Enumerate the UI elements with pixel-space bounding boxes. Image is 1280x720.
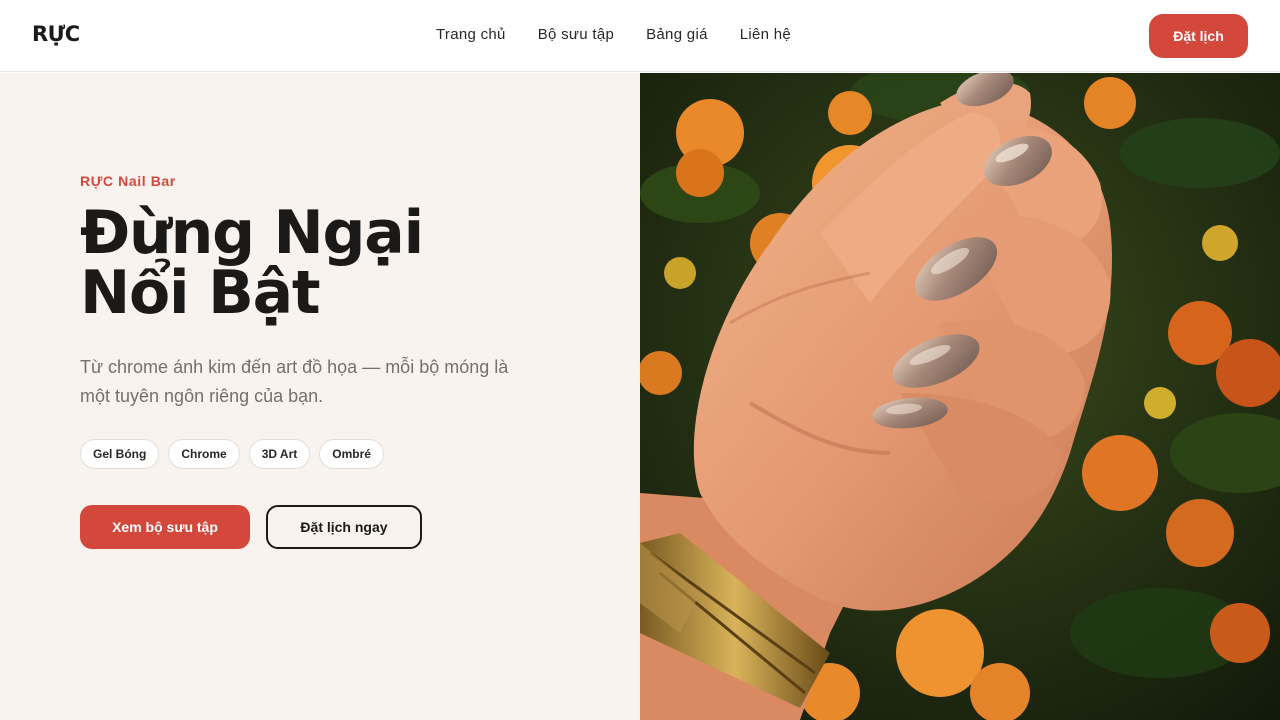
- hero-content: RỰC Nail Bar Đừng Ngại Nổi Bật Từ chrome…: [0, 73, 640, 720]
- nav-link-pricing[interactable]: Bảng giá: [646, 26, 708, 43]
- view-collection-button[interactable]: Xem bộ sưu tập: [80, 505, 250, 549]
- header-book-button[interactable]: Đặt lịch: [1149, 14, 1248, 58]
- hand-nails-photo: [640, 73, 1280, 720]
- chip-ombre[interactable]: Ombré: [319, 439, 384, 469]
- nav-link-contact[interactable]: Liên hệ: [740, 26, 791, 43]
- chip-chrome[interactable]: Chrome: [168, 439, 240, 469]
- chip-3d-art[interactable]: 3D Art: [248, 439, 311, 469]
- book-now-button[interactable]: Đặt lịch ngay: [266, 505, 422, 549]
- hero-headline: Đừng Ngại Nổi Bật: [80, 203, 600, 323]
- site-header: RỰC Trang chủ Bộ sưu tập Bảng giá Liên h…: [0, 0, 1280, 72]
- hero-subtitle: Từ chrome ánh kim đến art đồ họa — mỗi b…: [80, 357, 509, 406]
- nav-link-collection[interactable]: Bộ sưu tập: [538, 26, 614, 43]
- main-nav: Trang chủ Bộ sưu tập Bảng giá Liên hệ: [436, 26, 791, 43]
- service-chips: Gel Bóng Chrome 3D Art Ombré: [80, 439, 384, 469]
- chip-gel[interactable]: Gel Bóng: [80, 439, 160, 469]
- nav-link-home[interactable]: Trang chủ: [436, 26, 506, 43]
- brand-logo[interactable]: RỰC: [32, 22, 80, 46]
- headline-line-1: Đừng Ngại: [80, 198, 424, 268]
- headline-line-2: Nổi Bật: [80, 258, 321, 328]
- hero-eyebrow: RỰC Nail Bar: [80, 173, 176, 189]
- hero-photo: [640, 73, 1280, 720]
